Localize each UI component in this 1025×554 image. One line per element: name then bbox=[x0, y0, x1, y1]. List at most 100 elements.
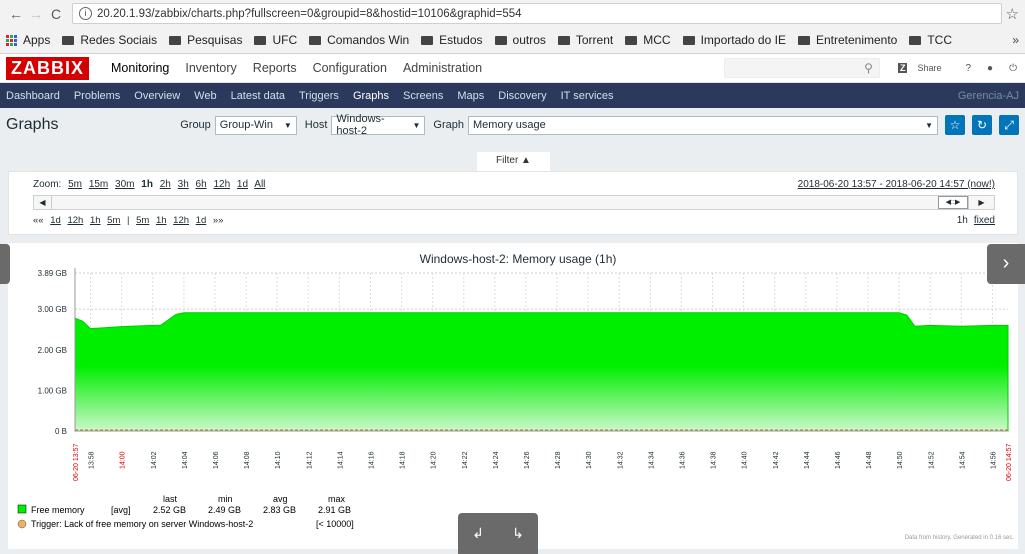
scroll-left-icon[interactable]: ◀ bbox=[34, 196, 52, 209]
menu-inventory[interactable]: Inventory bbox=[177, 61, 244, 75]
x-axis: 13:58 14:00 14:02 14:04 14:06 14:08 14:10 14:12… bbox=[73, 429, 1013, 481]
user-icon[interactable]: ● bbox=[987, 63, 993, 74]
page-header: Graphs Group Group-Win ▼ Host Windows-hos… bbox=[0, 108, 1025, 142]
menu-configuration[interactable]: Configuration bbox=[305, 61, 395, 75]
bookmark-item[interactable]: Estudos bbox=[421, 33, 483, 47]
subnav-it-services[interactable]: IT services bbox=[561, 90, 614, 102]
menu-administration[interactable]: Administration bbox=[395, 61, 490, 75]
search-input[interactable]: ⚲ bbox=[723, 58, 880, 78]
top-icons: Z Share ? ● ⏻ bbox=[890, 63, 1025, 74]
bookmark-item[interactable]: Comandos Win bbox=[309, 33, 409, 47]
group-select[interactable]: Group-Win ▼ bbox=[214, 115, 297, 135]
folder-icon bbox=[62, 35, 75, 45]
share-button[interactable]: Z Share bbox=[897, 63, 950, 73]
bookmarks-bar: Apps Redes Sociais Pesquisas UFC Comando… bbox=[0, 27, 1025, 53]
bookmark-item[interactable]: Pesquisas bbox=[169, 33, 242, 47]
rotate-left-icon[interactable]: ↲ bbox=[472, 525, 484, 542]
menu-reports[interactable]: Reports bbox=[245, 61, 305, 75]
bookmark-item[interactable]: Torrent bbox=[557, 33, 613, 47]
x-tick-label: 14:40 bbox=[742, 451, 749, 469]
zoom-12h[interactable]: 12h bbox=[213, 179, 230, 190]
menu-monitoring[interactable]: Monitoring bbox=[103, 61, 177, 75]
address-bar[interactable]: i 20.20.1.93/zabbix/charts.php?fullscree… bbox=[72, 3, 1002, 24]
x-tick-label: 14:02 bbox=[151, 451, 158, 469]
search-icon[interactable]: ⚲ bbox=[864, 61, 873, 75]
x-tick-label: 14:38 bbox=[711, 451, 718, 469]
period-range[interactable]: 2018-06-20 13:57 - 2018-06-20 14:57 (now… bbox=[798, 179, 995, 190]
memory-usage-chart[interactable]: Windows-host-2: Memory usage (1h) 3.89 G… bbox=[8, 243, 1018, 549]
subnav-latest-data[interactable]: Latest data bbox=[231, 90, 285, 102]
subnav-maps[interactable]: Maps bbox=[457, 90, 484, 102]
bookmark-apps[interactable]: Apps bbox=[6, 33, 50, 47]
bookmark-item[interactable]: Entretenimento bbox=[797, 33, 897, 47]
fixed-toggle[interactable]: fixed bbox=[974, 215, 995, 226]
reload-icon[interactable]: C bbox=[46, 6, 66, 22]
nav-back-1d[interactable]: 1d bbox=[50, 215, 61, 226]
url-text[interactable]: 20.20.1.93/zabbix/charts.php?fullscreen=… bbox=[97, 8, 995, 20]
side-handle-left[interactable] bbox=[0, 244, 10, 284]
power-icon[interactable]: ⏻ bbox=[1009, 63, 1017, 74]
y-axis: 3.89 GB 3.00 GB 2.00 GB 1.00 GB 0 B bbox=[38, 268, 76, 436]
forward-icon[interactable]: → bbox=[26, 6, 46, 22]
x-tick-label: 14:48 bbox=[866, 451, 873, 469]
address-row: ← → C i 20.20.1.93/zabbix/charts.php?ful… bbox=[0, 0, 1025, 27]
chevron-down-icon: ▼ bbox=[283, 120, 292, 130]
zoom-3h[interactable]: 3h bbox=[178, 179, 189, 190]
legend-series-name: Free memory bbox=[31, 505, 85, 515]
subnav-screens[interactable]: Screens bbox=[403, 90, 443, 102]
zoom-6h[interactable]: 6h bbox=[196, 179, 207, 190]
timeline-scrollbar[interactable]: ◀ ◀::▶ ▶ bbox=[33, 195, 995, 210]
top-nav: ZABBIX Monitoring Inventory Reports Conf… bbox=[0, 54, 1025, 83]
bookmark-item[interactable]: Importado do IE bbox=[682, 33, 786, 47]
bookmark-item[interactable]: TCC bbox=[909, 33, 952, 47]
nav-back-5m[interactable]: 5m bbox=[107, 215, 120, 226]
subnav-triggers[interactable]: Triggers bbox=[299, 90, 339, 102]
nav-fwd-5m[interactable]: 5m bbox=[136, 215, 149, 226]
favorite-star-button[interactable]: ☆ bbox=[945, 115, 965, 135]
subnav-dashboard[interactable]: Dashboard bbox=[6, 90, 60, 102]
host-select[interactable]: Windows-host-2 ▼ bbox=[331, 113, 426, 137]
scroll-right-icon[interactable]: ▶ bbox=[968, 196, 994, 209]
zoom-30m[interactable]: 30m bbox=[115, 179, 134, 190]
bookmark-item[interactable]: UFC bbox=[254, 33, 297, 47]
fullscreen-button[interactable]: ⤢ bbox=[999, 115, 1019, 135]
bookmark-item[interactable]: Redes Sociais bbox=[62, 33, 157, 47]
x-tick-label: 14:50 bbox=[897, 451, 904, 469]
bookmarks-more[interactable]: » bbox=[1012, 33, 1019, 47]
next-arrow-button[interactable]: › bbox=[987, 244, 1025, 284]
subnav-problems[interactable]: Problems bbox=[74, 90, 120, 102]
zoom-5m[interactable]: 5m bbox=[68, 179, 82, 190]
folder-icon bbox=[909, 35, 922, 45]
nav-fwd-1h[interactable]: 1h bbox=[156, 215, 167, 226]
page-title: Graphs bbox=[6, 116, 59, 133]
filter-tab[interactable]: Filter ▲ bbox=[477, 152, 550, 172]
nav-fwd-12h[interactable]: 12h bbox=[173, 215, 189, 226]
graph-select[interactable]: Memory usage ▼ bbox=[468, 115, 938, 135]
folder-icon bbox=[557, 35, 570, 45]
x-tick-label: 13:58 bbox=[89, 451, 96, 469]
info-icon[interactable]: i bbox=[79, 7, 92, 20]
bookmark-item[interactable]: outros bbox=[494, 33, 546, 47]
nav-fwd-1d[interactable]: 1d bbox=[196, 215, 207, 226]
subnav-web[interactable]: Web bbox=[194, 90, 216, 102]
nav-back-all[interactable]: «« bbox=[33, 215, 44, 226]
zoom-2h[interactable]: 2h bbox=[160, 179, 171, 190]
bookmark-item[interactable]: MCC bbox=[625, 33, 671, 47]
help-icon[interactable]: ? bbox=[965, 63, 971, 74]
zoom-1d[interactable]: 1d bbox=[237, 179, 248, 190]
subnav-discovery[interactable]: Discovery bbox=[498, 90, 546, 102]
nav-fwd-all[interactable]: »» bbox=[213, 215, 224, 226]
refresh-button[interactable]: ↻ bbox=[972, 115, 992, 135]
subnav-graphs[interactable]: Graphs bbox=[353, 90, 389, 102]
zabbix-logo[interactable]: ZABBIX bbox=[6, 56, 89, 80]
rotate-right-icon[interactable]: ↳ bbox=[512, 525, 524, 542]
nav-back-1h[interactable]: 1h bbox=[90, 215, 101, 226]
nav-back-12h[interactable]: 12h bbox=[67, 215, 83, 226]
zoom-1h[interactable]: 1h bbox=[141, 179, 153, 190]
back-icon[interactable]: ← bbox=[6, 6, 26, 22]
subnav-overview[interactable]: Overview bbox=[134, 90, 180, 102]
scroll-thumb[interactable]: ◀::▶ bbox=[938, 196, 968, 209]
zoom-all[interactable]: All bbox=[254, 179, 265, 190]
zoom-15m[interactable]: 15m bbox=[89, 179, 108, 190]
bookmark-star-icon[interactable]: ☆ bbox=[1006, 5, 1019, 23]
